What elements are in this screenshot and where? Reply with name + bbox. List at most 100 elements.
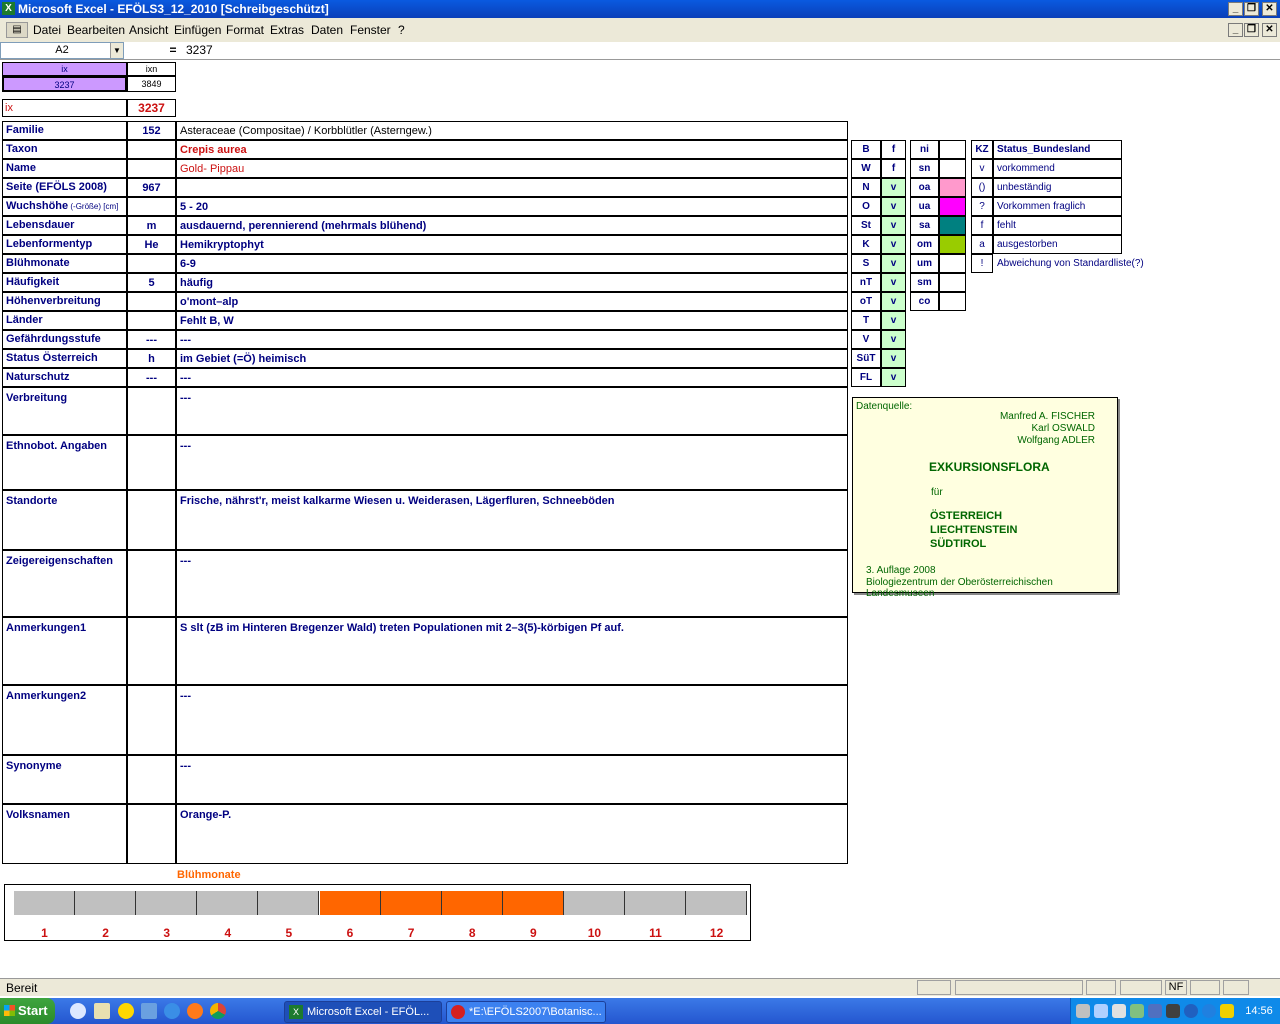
close-button[interactable]: ✕ — [1262, 2, 1277, 16]
row-value[interactable]: Orange-P. — [176, 804, 848, 864]
bundesland-status[interactable]: f — [881, 140, 906, 159]
height-zone-code[interactable]: ni — [910, 140, 939, 159]
bundesland-code[interactable]: O — [851, 197, 881, 216]
row-label[interactable]: Höhenverbreitung — [2, 292, 127, 311]
tray-icon-8[interactable] — [1202, 1004, 1216, 1018]
info-icon[interactable] — [1184, 1004, 1198, 1018]
row-code[interactable]: He — [127, 235, 176, 254]
height-zone-code[interactable]: ua — [910, 197, 939, 216]
menu-daten[interactable]: Daten — [311, 18, 343, 42]
ix-header[interactable]: ix — [2, 62, 127, 76]
bundesland-code[interactable]: K — [851, 235, 881, 254]
row-code[interactable] — [127, 490, 176, 550]
row-label[interactable]: Status Österreich — [2, 349, 127, 368]
tray-icon-3[interactable] — [1112, 1004, 1126, 1018]
row-label[interactable]: Name — [2, 159, 127, 178]
bundesland-status[interactable]: v — [881, 349, 906, 368]
menu-datei[interactable]: Datei — [33, 18, 61, 42]
row-value[interactable]: --- — [176, 330, 848, 349]
row-label[interactable]: Länder — [2, 311, 127, 330]
bundesland-code[interactable]: S — [851, 254, 881, 273]
row-code[interactable]: --- — [127, 368, 176, 387]
row-value[interactable] — [176, 178, 848, 197]
taskbar-item-editor[interactable]: *E:\EFÖLS2007\Botanisc... — [446, 1001, 606, 1023]
row-code[interactable]: m — [127, 216, 176, 235]
bundesland-code[interactable]: St — [851, 216, 881, 235]
row-value[interactable]: Frische, nährst'r, meist kalkarme Wiesen… — [176, 490, 848, 550]
row-label[interactable]: Seite (EFÖLS 2008) — [2, 178, 127, 197]
row-value[interactable]: S slt (zB im Hinteren Bregenzer Wald) tr… — [176, 617, 848, 685]
row-label[interactable]: Standorte — [2, 490, 127, 550]
bundesland-code[interactable]: oT — [851, 292, 881, 311]
ie-quicklaunch-icon[interactable] — [70, 1003, 86, 1019]
name-box[interactable]: A2 — [0, 42, 124, 59]
height-zone-code[interactable]: om — [910, 235, 939, 254]
row-code[interactable] — [127, 159, 176, 178]
row-value[interactable]: o'mont–alp — [176, 292, 848, 311]
height-zone-code[interactable]: co — [910, 292, 939, 311]
bundesland-status[interactable]: v — [881, 197, 906, 216]
bundesland-code[interactable]: FL — [851, 368, 881, 387]
menu-einfuegen[interactable]: Einfügen — [174, 18, 221, 42]
row-value[interactable]: --- — [176, 368, 848, 387]
bundesland-code[interactable]: N — [851, 178, 881, 197]
start-button[interactable]: Start — [0, 998, 55, 1024]
row-label[interactable]: Familie — [2, 121, 127, 140]
bundesland-status[interactable]: v — [881, 292, 906, 311]
bundesland-status[interactable]: v — [881, 254, 906, 273]
minimize-button[interactable]: _ — [1228, 2, 1243, 16]
bundesland-code[interactable]: V — [851, 330, 881, 349]
row-code[interactable]: 967 — [127, 178, 176, 197]
menu-fenster[interactable]: Fenster — [350, 18, 391, 42]
row-label[interactable]: Synonyme — [2, 755, 127, 804]
browser-quicklaunch-icon[interactable] — [164, 1003, 180, 1019]
bundesland-status[interactable]: v — [881, 216, 906, 235]
search-icon[interactable] — [1094, 1004, 1108, 1018]
menu-extras[interactable]: Extras — [270, 18, 304, 42]
bundesland-code[interactable]: T — [851, 311, 881, 330]
row-value[interactable]: Fehlt B, W — [176, 311, 848, 330]
ixn-value-cell[interactable]: 3849 — [127, 76, 176, 92]
ix-label-cell[interactable]: ix — [2, 99, 127, 117]
row-code[interactable] — [127, 140, 176, 159]
row-value[interactable]: Crepis aurea — [176, 140, 848, 159]
media-quicklaunch-icon[interactable] — [118, 1003, 134, 1019]
chevron-down-icon[interactable]: ▼ — [110, 43, 123, 58]
height-zone-code[interactable]: sm — [910, 273, 939, 292]
menu-bearbeiten[interactable]: Bearbeiten — [67, 18, 125, 42]
row-code[interactable] — [127, 755, 176, 804]
maximize-button[interactable]: ❐ — [1244, 2, 1259, 16]
bundesland-status[interactable]: v — [881, 273, 906, 292]
row-label[interactable]: Volksnamen — [2, 804, 127, 864]
row-code[interactable] — [127, 292, 176, 311]
row-label[interactable]: Zeigereigenschaften — [2, 550, 127, 617]
menu-ansicht[interactable]: Ansicht — [129, 18, 168, 42]
row-code[interactable]: --- — [127, 330, 176, 349]
ix-value-cell[interactable]: 3237 — [2, 76, 127, 92]
row-label[interactable]: Häufigkeit — [2, 273, 127, 292]
desktop-quicklaunch-icon[interactable] — [94, 1003, 110, 1019]
row-value[interactable]: --- — [176, 550, 848, 617]
row-label[interactable]: Gefährdungsstufe — [2, 330, 127, 349]
bundesland-status[interactable]: v — [881, 235, 906, 254]
row-label[interactable]: Wuchshöhe (-Größe) [cm] — [2, 197, 127, 216]
bundesland-status[interactable]: v — [881, 368, 906, 387]
bundesland-status[interactable]: v — [881, 178, 906, 197]
row-label[interactable]: Lebensdauer — [2, 216, 127, 235]
document-icon[interactable]: ▤ — [6, 22, 28, 38]
row-value[interactable]: Gold- Pippau — [176, 159, 848, 178]
row-value[interactable]: 5 - 20 — [176, 197, 848, 216]
row-label[interactable]: Ethnobot. Angaben — [2, 435, 127, 490]
row-label[interactable]: Taxon — [2, 140, 127, 159]
bundesland-status[interactable]: f — [881, 159, 906, 178]
formula-input[interactable]: 3237 — [186, 43, 213, 58]
row-code[interactable]: 152 — [127, 121, 176, 140]
firefox-quicklaunch-icon[interactable] — [187, 1003, 203, 1019]
row-value[interactable]: --- — [176, 755, 848, 804]
bundesland-code[interactable]: nT — [851, 273, 881, 292]
doc-close-button[interactable]: ✕ — [1262, 23, 1277, 37]
row-label[interactable]: Anmerkungen1 — [2, 617, 127, 685]
doc-restore-button[interactable]: ❐ — [1244, 23, 1259, 37]
row-value[interactable]: Hemikryptophyt — [176, 235, 848, 254]
warning-icon[interactable] — [1220, 1004, 1234, 1018]
